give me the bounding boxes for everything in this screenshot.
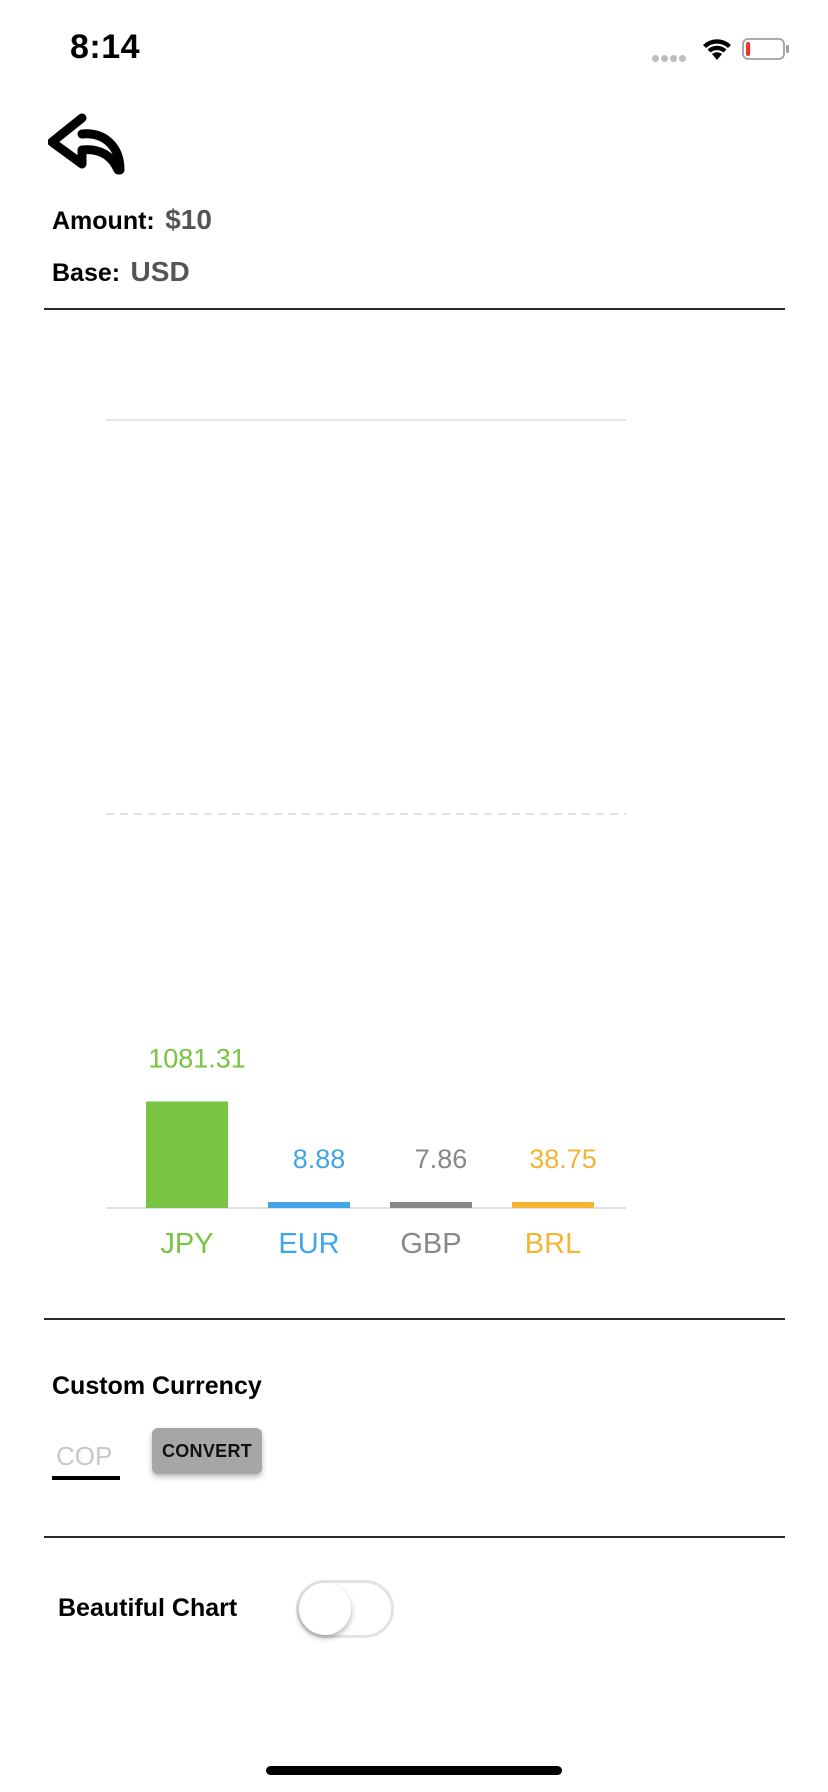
back-reply-icon[interactable]: [48, 112, 130, 176]
toggle-knob: [299, 1583, 351, 1635]
bar-gbp: [390, 1202, 472, 1208]
category-label-eur: EUR: [278, 1228, 339, 1260]
value-label-jpy: 1081.31: [148, 1043, 246, 1073]
beautiful-chart-label: Beautiful Chart: [58, 1594, 238, 1622]
base-value: USD: [130, 256, 190, 287]
value-label-eur: 8.88: [293, 1144, 346, 1174]
amount-label: Amount:: [52, 207, 155, 235]
battery-low-icon: [742, 38, 789, 60]
category-label-brl: BRL: [525, 1228, 581, 1260]
bar-brl: [512, 1202, 594, 1208]
amount-row: Amount: $10: [52, 204, 212, 236]
value-label-brl: 38.75: [529, 1144, 597, 1174]
convert-button[interactable]: CONVERT: [152, 1428, 262, 1474]
value-label-gbp: 7.86: [415, 1144, 468, 1174]
divider-middle: [44, 1318, 785, 1320]
amount-value: $10: [165, 204, 212, 235]
wifi-icon: [703, 39, 731, 60]
bar-jpy: [146, 1101, 228, 1208]
custom-currency-input[interactable]: [52, 1436, 120, 1480]
status-time: 8:14: [70, 28, 141, 66]
bar-eur: [268, 1202, 350, 1208]
base-row: Base: USD: [52, 256, 190, 288]
category-label-jpy: JPY: [160, 1228, 213, 1260]
beautiful-chart-toggle[interactable]: [296, 1580, 394, 1638]
category-label-gbp: GBP: [400, 1228, 461, 1260]
base-label: Base:: [52, 259, 121, 287]
home-indicator[interactable]: [266, 1766, 562, 1775]
custom-currency-title: Custom Currency: [52, 1372, 262, 1400]
divider-bottom: [44, 1536, 785, 1538]
currency-bar-chart: 1081.31 JPY 8.88 EUR 7.86 GBP 38.75 BRL: [106, 419, 626, 1260]
signal-dots-icon: [652, 49, 692, 62]
